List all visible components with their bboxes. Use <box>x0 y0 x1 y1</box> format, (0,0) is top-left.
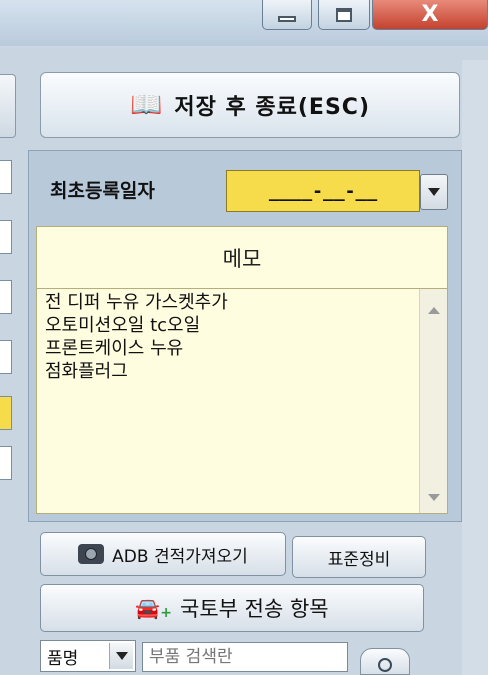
molit-transmit-items-button[interactable]: 🚘 + 국토부 전송 항목 <box>40 584 424 632</box>
memo-label: 메모 <box>222 247 262 271</box>
part-search-input[interactable] <box>142 642 348 672</box>
memo-scrollbar[interactable] <box>419 289 447 513</box>
chevron-down-icon <box>115 652 128 660</box>
first-registration-date-field[interactable]: ____-__-__ <box>226 170 420 212</box>
memo-lines: 전 디퍼 누유 가스켓추가 오토미션오일 tc오일 프론트케이스 누유 점화플러… <box>45 291 415 383</box>
close-icon: X <box>421 2 439 27</box>
memo-textarea[interactable]: 전 디퍼 누유 가스켓추가 오토미션오일 tc오일 프론트케이스 누유 점화플러… <box>36 288 448 514</box>
memo-line: 프론트케이스 누유 <box>45 338 184 359</box>
minimize-icon <box>278 15 296 22</box>
first-registration-date-value: ____-__-__ <box>268 180 378 202</box>
save-and-exit-button[interactable]: 📖 저장 후 종료(ESC) <box>40 72 460 138</box>
right-edge-strip <box>462 60 488 675</box>
memo-header: 메모 <box>36 226 448 290</box>
left-cutoff-button[interactable] <box>0 74 16 138</box>
part-name-select[interactable]: 품명 <box>40 640 136 672</box>
first-registration-label: 최초등록일자 <box>50 180 155 202</box>
standard-maintenance-label: 표준정비 <box>327 549 391 570</box>
date-dropdown-button[interactable] <box>420 174 448 210</box>
scroll-up-icon[interactable] <box>428 307 440 314</box>
search-icon <box>378 657 392 672</box>
close-button[interactable]: X <box>372 0 488 30</box>
car-icon: 🚘 <box>135 596 161 620</box>
camera-icon <box>78 544 105 564</box>
part-name-select-value: 품명 <box>47 648 79 669</box>
molit-transmit-items-label: 국토부 전송 항목 <box>180 597 329 621</box>
adb-import-estimate-label: ADB 견적가져오기 <box>112 546 248 567</box>
maximize-button[interactable] <box>318 0 370 30</box>
adb-import-estimate-button[interactable]: ADB 견적가져오기 <box>40 532 286 576</box>
left-cutoff-field[interactable] <box>0 160 12 194</box>
chevron-down-icon <box>428 188 440 196</box>
standard-maintenance-button[interactable]: 표준정비 <box>292 536 426 578</box>
maximize-icon <box>336 7 352 22</box>
book-icon: 📖 <box>129 90 163 120</box>
window-titlebar: X <box>0 0 488 46</box>
left-cutoff-field[interactable] <box>0 446 12 480</box>
part-name-dropdown-button[interactable] <box>109 643 133 669</box>
plus-icon: + <box>160 605 173 621</box>
part-search-button[interactable] <box>360 648 410 675</box>
memo-line: 전 디퍼 누유 가스켓추가 <box>45 292 228 313</box>
left-cutoff-field[interactable] <box>0 280 12 314</box>
left-cutoff-field[interactable] <box>0 340 12 374</box>
left-cutoff-field[interactable] <box>0 396 12 430</box>
save-and-exit-label: 저장 후 종료(ESC) <box>174 95 371 120</box>
left-column-cutoff <box>0 60 18 675</box>
memo-line: 점화플러그 <box>45 361 128 382</box>
minimize-button[interactable] <box>262 0 312 30</box>
left-cutoff-field[interactable] <box>0 220 12 254</box>
scroll-down-icon[interactable] <box>428 494 440 501</box>
memo-line: 오토미션오일 tc오일 <box>45 315 201 336</box>
